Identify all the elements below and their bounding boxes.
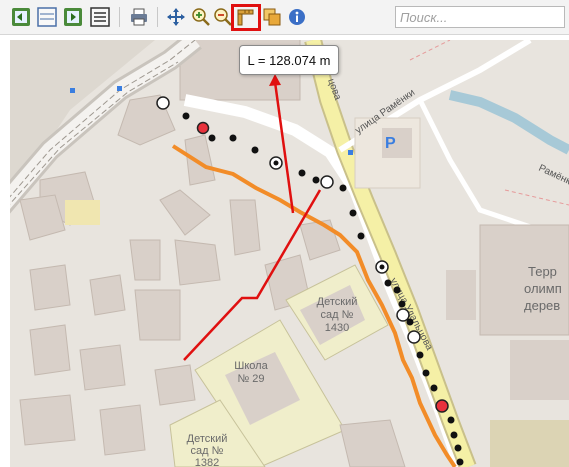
route-vertex[interactable] [454,444,462,452]
route-vertex[interactable] [182,112,190,120]
kindergarten-1430-label-line1: Детский [317,296,358,308]
territory-label-line3: дерев [524,298,560,313]
route-vertex[interactable] [447,416,455,424]
route-vertex[interactable] [398,300,406,308]
kindergarten-1382-label-line2: сад № [191,445,224,457]
list-view-icon[interactable] [90,7,110,27]
route-vertex-hollow[interactable] [407,330,421,344]
territory-label-line2: олимп [524,281,562,296]
route-vertex[interactable] [229,134,237,142]
route-vertex-hollow[interactable] [396,308,410,322]
map-canvas[interactable]: улица Рамёнки улица Удальцова цова Рамён… [10,40,569,467]
route-vertex-end[interactable] [435,399,449,413]
route-vertex[interactable] [384,279,392,287]
measurement-length-label: L = 128.074 m [247,53,331,68]
toolbar-separator [119,7,120,27]
route-vertex[interactable] [430,384,438,392]
route-vertex-marked[interactable] [196,121,210,135]
route-vertex-hollow[interactable] [320,175,334,189]
route-vertex[interactable] [251,146,259,154]
route-vertex[interactable] [422,369,430,377]
route-vertex[interactable] [339,184,347,192]
toolbar [0,0,569,35]
kindergarten-1382-label-line1: Детский [187,433,228,445]
zoom-extent-icon[interactable] [11,7,31,27]
route-vertex[interactable] [357,232,365,240]
route-vertex[interactable] [416,351,424,359]
territory-label-line1: Терр [528,264,557,279]
kindergarten-1430-label-line2: сад № [321,309,354,321]
route-vertex[interactable] [393,286,401,294]
pan-icon[interactable] [166,7,186,27]
route-vertex[interactable] [450,431,458,439]
route-vertex[interactable] [349,209,357,217]
route-vertex-dot [379,264,385,270]
route-vertex[interactable] [406,318,414,326]
search-input[interactable] [395,6,565,28]
kindergarten-1430-label-line3: 1430 [325,322,349,334]
zoom-out-icon[interactable] [213,7,233,27]
toolbar-separator [157,7,158,27]
route-vertex[interactable] [312,176,320,184]
route-vertex-start[interactable] [156,96,170,110]
parking-label: P [385,135,396,152]
kindergarten-1382-label-line3: 1382 [195,457,219,467]
school-29-label-line2: № 29 [237,373,264,385]
map-layers-icon[interactable] [37,7,57,27]
next-extent-icon[interactable] [63,7,83,27]
info-icon[interactable] [287,7,307,27]
route-vertex-dot [273,160,279,166]
school-29-label-line1: Школа [234,360,268,372]
route-vertex[interactable] [208,134,216,142]
measure-area-icon[interactable] [262,7,282,27]
route-vertex[interactable] [298,169,306,177]
print-icon[interactable] [129,7,149,27]
route-vertex[interactable] [456,458,464,466]
measurement-popup: L = 128.074 m [239,45,339,75]
measure-distance-icon[interactable] [236,7,256,27]
zoom-in-icon[interactable] [191,7,211,27]
